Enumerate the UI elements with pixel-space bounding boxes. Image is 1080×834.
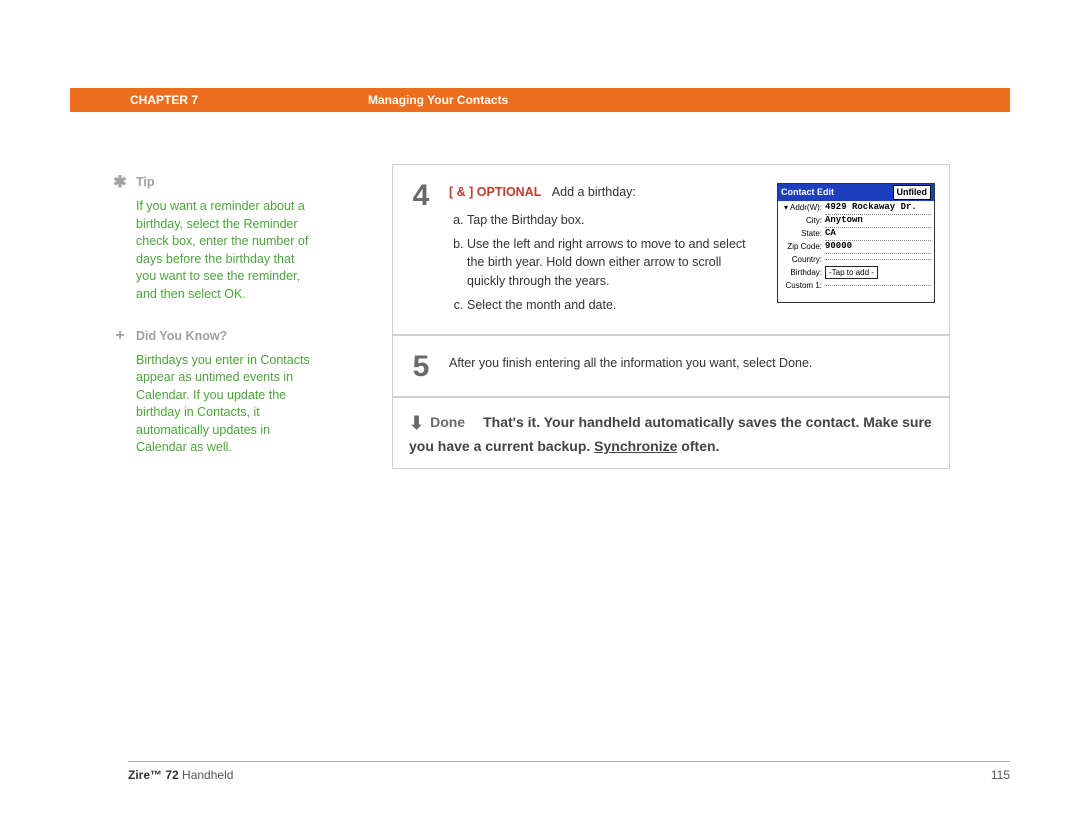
list-item: Tap the Birthday box.: [467, 211, 759, 229]
download-icon: ⬇: [409, 413, 424, 433]
did-you-know-block: + Did You Know? Birthdays you enter in C…: [136, 325, 316, 456]
step-4: 4 [ & ] OPTIONAL Add a birthday: Tap the…: [393, 165, 949, 336]
addr-label: Addr(W):: [790, 203, 822, 212]
country-field[interactable]: [825, 259, 931, 260]
step-number: 4: [393, 175, 449, 320]
list-item: Use the left and right arrows to move to…: [467, 235, 759, 289]
step-4-text: [ & ] OPTIONAL Add a birthday: Tap the B…: [449, 183, 759, 320]
state-field[interactable]: CA: [825, 227, 931, 241]
step-5-text: After you finish entering all the inform…: [449, 346, 935, 382]
birthday-tap-to-add[interactable]: -Tap to add -: [825, 266, 878, 280]
done-label: Done: [430, 414, 465, 430]
page-footer: Zire™ 72 Handheld 115: [128, 761, 1010, 782]
tip-heading: ✱ Tip: [136, 172, 316, 194]
step-number: 5: [393, 346, 449, 382]
custom1-field[interactable]: [825, 285, 931, 286]
sidebar: ✱ Tip If you want a reminder about a bir…: [136, 172, 316, 479]
done-row: ⬇DoneThat's it. Your handheld automatica…: [393, 398, 949, 468]
category-selector[interactable]: Unfiled: [893, 185, 932, 200]
dyk-label: Did You Know?: [136, 328, 227, 346]
done-text-2: often.: [677, 438, 719, 454]
country-label: Country:: [781, 254, 825, 266]
page-number: 115: [991, 768, 1010, 782]
tip-label: Tip: [136, 174, 155, 192]
tip-block: ✱ Tip If you want a reminder about a bir…: [136, 172, 316, 303]
step-4-lead: Add a birthday:: [552, 185, 636, 199]
plus-icon: +: [112, 325, 128, 347]
chevron-down-icon[interactable]: ▾: [784, 203, 788, 212]
tip-text: If you want a reminder about a birthday,…: [136, 198, 316, 303]
addr-field[interactable]: 4929 Rockaway Dr.: [825, 201, 931, 215]
birthday-label: Birthday:: [781, 267, 825, 279]
asterisk-icon: ✱: [112, 172, 128, 194]
city-label: City:: [781, 215, 825, 227]
device-screenshot: Contact Edit Unfiled ▾Addr(W): 4929 Rock…: [777, 183, 935, 303]
zip-label: Zip Code:: [781, 241, 825, 253]
state-label: State:: [781, 228, 825, 240]
chapter-label: CHAPTER 7: [130, 93, 198, 107]
step-5: 5 After you finish entering all the info…: [393, 336, 949, 398]
city-field[interactable]: Anytown: [825, 214, 931, 228]
custom1-label: Custom 1:: [781, 280, 825, 292]
device-titlebar: Contact Edit Unfiled: [778, 184, 934, 201]
list-item: Select the month and date.: [467, 296, 759, 314]
product-name: Zire™ 72 Handheld: [128, 768, 233, 782]
device-title-text: Contact Edit: [781, 186, 834, 199]
zip-field[interactable]: 90000: [825, 240, 931, 254]
step-4-list: Tap the Birthday box. Use the left and r…: [467, 211, 759, 314]
chapter-header: CHAPTER 7 Managing Your Contacts: [70, 88, 1010, 112]
optional-tag: [ & ] OPTIONAL: [449, 185, 541, 199]
chapter-title: Managing Your Contacts: [368, 93, 508, 107]
synchronize-link[interactable]: Synchronize: [594, 438, 677, 454]
dyk-heading: + Did You Know?: [136, 325, 316, 347]
dyk-text: Birthdays you enter in Contacts appear a…: [136, 352, 316, 457]
main-content: 4 [ & ] OPTIONAL Add a birthday: Tap the…: [392, 164, 950, 469]
